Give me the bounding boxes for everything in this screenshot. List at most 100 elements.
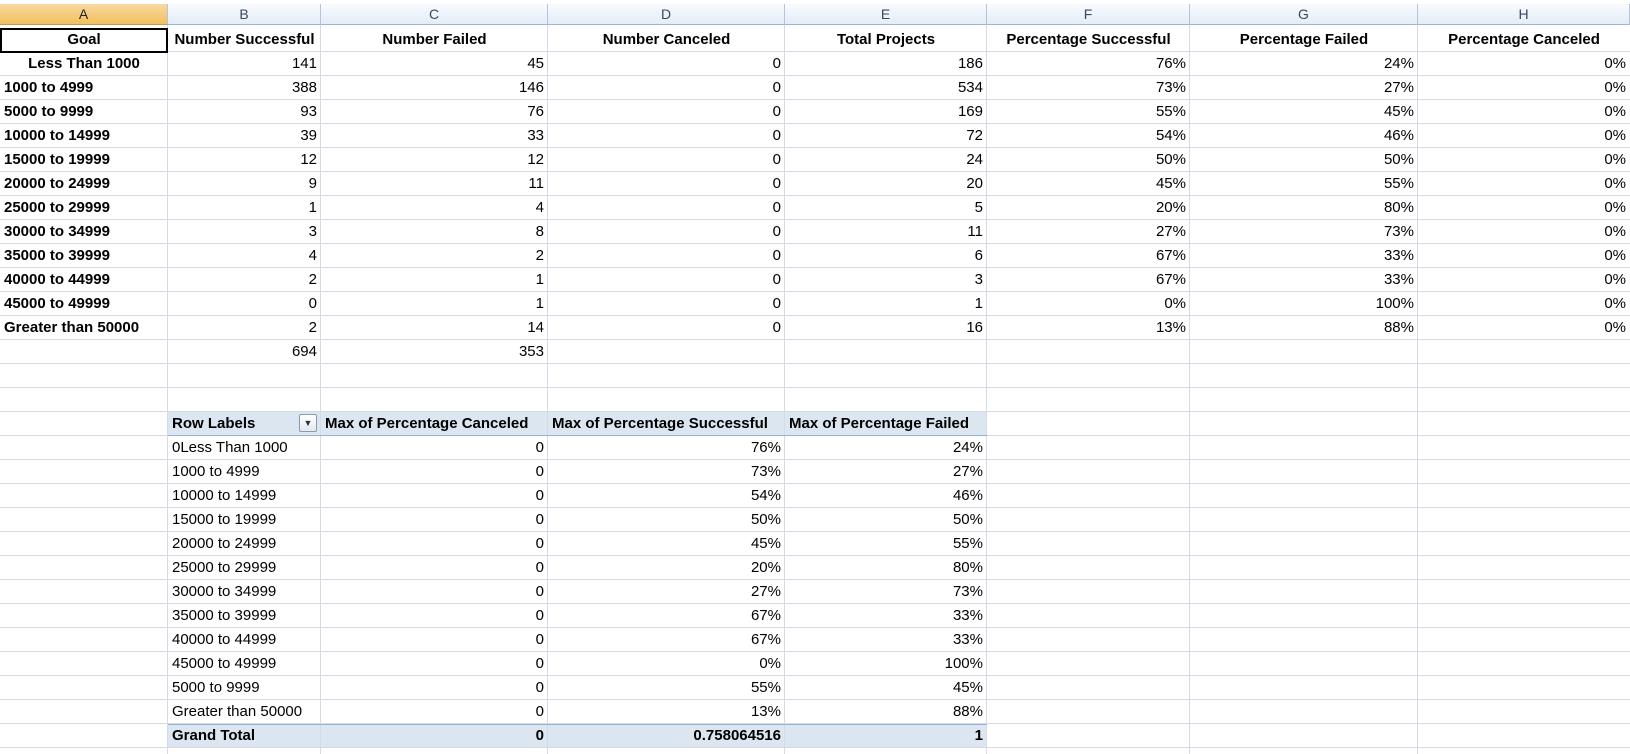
data-cell[interactable]: 54% bbox=[987, 124, 1190, 148]
data-cell[interactable]: 0% bbox=[1418, 196, 1630, 220]
header-cell-f[interactable]: Percentage Successful bbox=[987, 28, 1190, 52]
header-cell-h[interactable]: Percentage Canceled bbox=[1418, 28, 1630, 52]
data-cell[interactable]: 27% bbox=[1190, 76, 1418, 100]
column-header-h[interactable]: H bbox=[1418, 4, 1630, 25]
pivot-value-cell[interactable]: 0 bbox=[321, 700, 548, 724]
pivot-row-label[interactable]: 20000 to 24999 bbox=[168, 532, 321, 556]
pivot-value-cell[interactable]: 54% bbox=[548, 484, 785, 508]
pivot-value-cell[interactable]: 67% bbox=[548, 604, 785, 628]
data-cell[interactable]: 8 bbox=[321, 220, 548, 244]
header-cell-d[interactable]: Number Canceled bbox=[548, 28, 785, 52]
data-cell[interactable]: 0% bbox=[1418, 52, 1630, 76]
pivot-value-cell[interactable]: 73% bbox=[548, 460, 785, 484]
data-cell[interactable]: 33% bbox=[1190, 268, 1418, 292]
spreadsheet[interactable]: A B C D E F G H Goal Number Successful Number Fail… bbox=[0, 0, 1630, 754]
goal-label-cell[interactable]: 5000 to 9999 bbox=[0, 100, 168, 124]
pivot-header-cell[interactable]: Max of Percentage Canceled bbox=[321, 412, 548, 436]
data-cell[interactable]: 50% bbox=[987, 148, 1190, 172]
pivot-value-cell[interactable]: 0 bbox=[321, 676, 548, 700]
pivot-value-cell[interactable]: 0 bbox=[321, 532, 548, 556]
pivot-grand-total-cell[interactable]: Grand Total bbox=[168, 724, 321, 748]
data-cell[interactable]: 13% bbox=[987, 316, 1190, 340]
data-cell[interactable]: 12 bbox=[321, 148, 548, 172]
data-cell[interactable]: 80% bbox=[1190, 196, 1418, 220]
pivot-grand-total-cell[interactable]: 1 bbox=[785, 724, 987, 748]
data-cell[interactable]: 33% bbox=[1190, 244, 1418, 268]
goal-label-cell[interactable]: 20000 to 24999 bbox=[0, 172, 168, 196]
header-cell-g[interactable]: Percentage Failed bbox=[1190, 28, 1418, 52]
pivot-row-label[interactable]: Greater than 50000 bbox=[168, 700, 321, 724]
total-successful-cell[interactable]: 694 bbox=[168, 340, 321, 364]
pivot-value-cell[interactable]: 80% bbox=[785, 556, 987, 580]
data-cell[interactable]: 45% bbox=[1190, 100, 1418, 124]
pivot-row-label[interactable]: 30000 to 34999 bbox=[168, 580, 321, 604]
data-cell[interactable]: 55% bbox=[987, 100, 1190, 124]
data-cell[interactable]: 186 bbox=[785, 52, 987, 76]
header-cell-c[interactable]: Number Failed bbox=[321, 28, 548, 52]
data-cell[interactable]: 0 bbox=[548, 172, 785, 196]
goal-label-cell[interactable]: 15000 to 19999 bbox=[0, 148, 168, 172]
pivot-value-cell[interactable]: 0 bbox=[321, 508, 548, 532]
data-cell[interactable]: 76 bbox=[321, 100, 548, 124]
pivot-value-cell[interactable]: 50% bbox=[548, 508, 785, 532]
goal-label-cell[interactable]: 1000 to 4999 bbox=[0, 76, 168, 100]
goal-label-cell[interactable]: Less Than 1000 bbox=[0, 52, 168, 76]
data-cell[interactable]: 24% bbox=[1190, 52, 1418, 76]
data-cell[interactable]: 27% bbox=[987, 220, 1190, 244]
data-cell[interactable]: 50% bbox=[1190, 148, 1418, 172]
pivot-value-cell[interactable]: 55% bbox=[785, 532, 987, 556]
pivot-value-cell[interactable]: 88% bbox=[785, 700, 987, 724]
data-cell[interactable]: 6 bbox=[785, 244, 987, 268]
pivot-row-label[interactable]: 35000 to 39999 bbox=[168, 604, 321, 628]
data-cell[interactable]: 0% bbox=[1418, 124, 1630, 148]
pivot-value-cell[interactable]: 0 bbox=[321, 628, 548, 652]
pivot-value-cell[interactable]: 73% bbox=[785, 580, 987, 604]
data-cell[interactable]: 45 bbox=[321, 52, 548, 76]
header-cell-b[interactable]: Number Successful bbox=[168, 28, 321, 52]
data-cell[interactable]: 0 bbox=[548, 100, 785, 124]
pivot-row-label[interactable]: 25000 to 29999 bbox=[168, 556, 321, 580]
data-cell[interactable]: 67% bbox=[987, 268, 1190, 292]
data-cell[interactable]: 67% bbox=[987, 244, 1190, 268]
pivot-row-label[interactable]: 0Less Than 1000 bbox=[168, 436, 321, 460]
data-cell[interactable]: 33 bbox=[321, 124, 548, 148]
active-cell-selection[interactable] bbox=[0, 28, 168, 53]
data-cell[interactable]: 73% bbox=[1190, 220, 1418, 244]
data-cell[interactable]: 0 bbox=[548, 196, 785, 220]
data-cell[interactable]: 2 bbox=[168, 268, 321, 292]
data-cell[interactable]: 39 bbox=[168, 124, 321, 148]
pivot-value-cell[interactable]: 0 bbox=[321, 652, 548, 676]
data-cell[interactable]: 1 bbox=[168, 196, 321, 220]
data-cell[interactable]: 0% bbox=[1418, 148, 1630, 172]
column-header-e[interactable]: E bbox=[785, 4, 987, 25]
column-header-g[interactable]: G bbox=[1190, 4, 1418, 25]
data-cell[interactable]: 11 bbox=[321, 172, 548, 196]
pivot-value-cell[interactable]: 76% bbox=[548, 436, 785, 460]
data-cell[interactable]: 0 bbox=[548, 244, 785, 268]
pivot-value-cell[interactable]: 0 bbox=[321, 460, 548, 484]
pivot-header-cell[interactable]: Max of Percentage Failed bbox=[785, 412, 987, 436]
data-cell[interactable]: 1 bbox=[321, 292, 548, 316]
data-cell[interactable]: 0% bbox=[1418, 316, 1630, 340]
header-cell-e[interactable]: Total Projects bbox=[785, 28, 987, 52]
goal-label-cell[interactable]: 45000 to 49999 bbox=[0, 292, 168, 316]
data-cell[interactable]: 14 bbox=[321, 316, 548, 340]
data-cell[interactable]: 0% bbox=[1418, 268, 1630, 292]
data-cell[interactable]: 3 bbox=[168, 220, 321, 244]
data-cell[interactable]: 9 bbox=[168, 172, 321, 196]
data-cell[interactable]: 55% bbox=[1190, 172, 1418, 196]
pivot-value-cell[interactable]: 50% bbox=[785, 508, 987, 532]
data-cell[interactable]: 11 bbox=[785, 220, 987, 244]
data-cell[interactable]: 12 bbox=[168, 148, 321, 172]
data-cell[interactable]: 2 bbox=[321, 244, 548, 268]
column-header-f[interactable]: F bbox=[987, 4, 1190, 25]
pivot-value-cell[interactable]: 33% bbox=[785, 628, 987, 652]
data-cell[interactable]: 534 bbox=[785, 76, 987, 100]
data-cell[interactable]: 100% bbox=[1190, 292, 1418, 316]
pivot-value-cell[interactable]: 67% bbox=[548, 628, 785, 652]
pivot-value-cell[interactable]: 100% bbox=[785, 652, 987, 676]
column-header-a[interactable]: A bbox=[0, 4, 168, 25]
pivot-row-label[interactable]: 40000 to 44999 bbox=[168, 628, 321, 652]
pivot-row-label[interactable]: 1000 to 4999 bbox=[168, 460, 321, 484]
data-cell[interactable]: 0% bbox=[1418, 292, 1630, 316]
